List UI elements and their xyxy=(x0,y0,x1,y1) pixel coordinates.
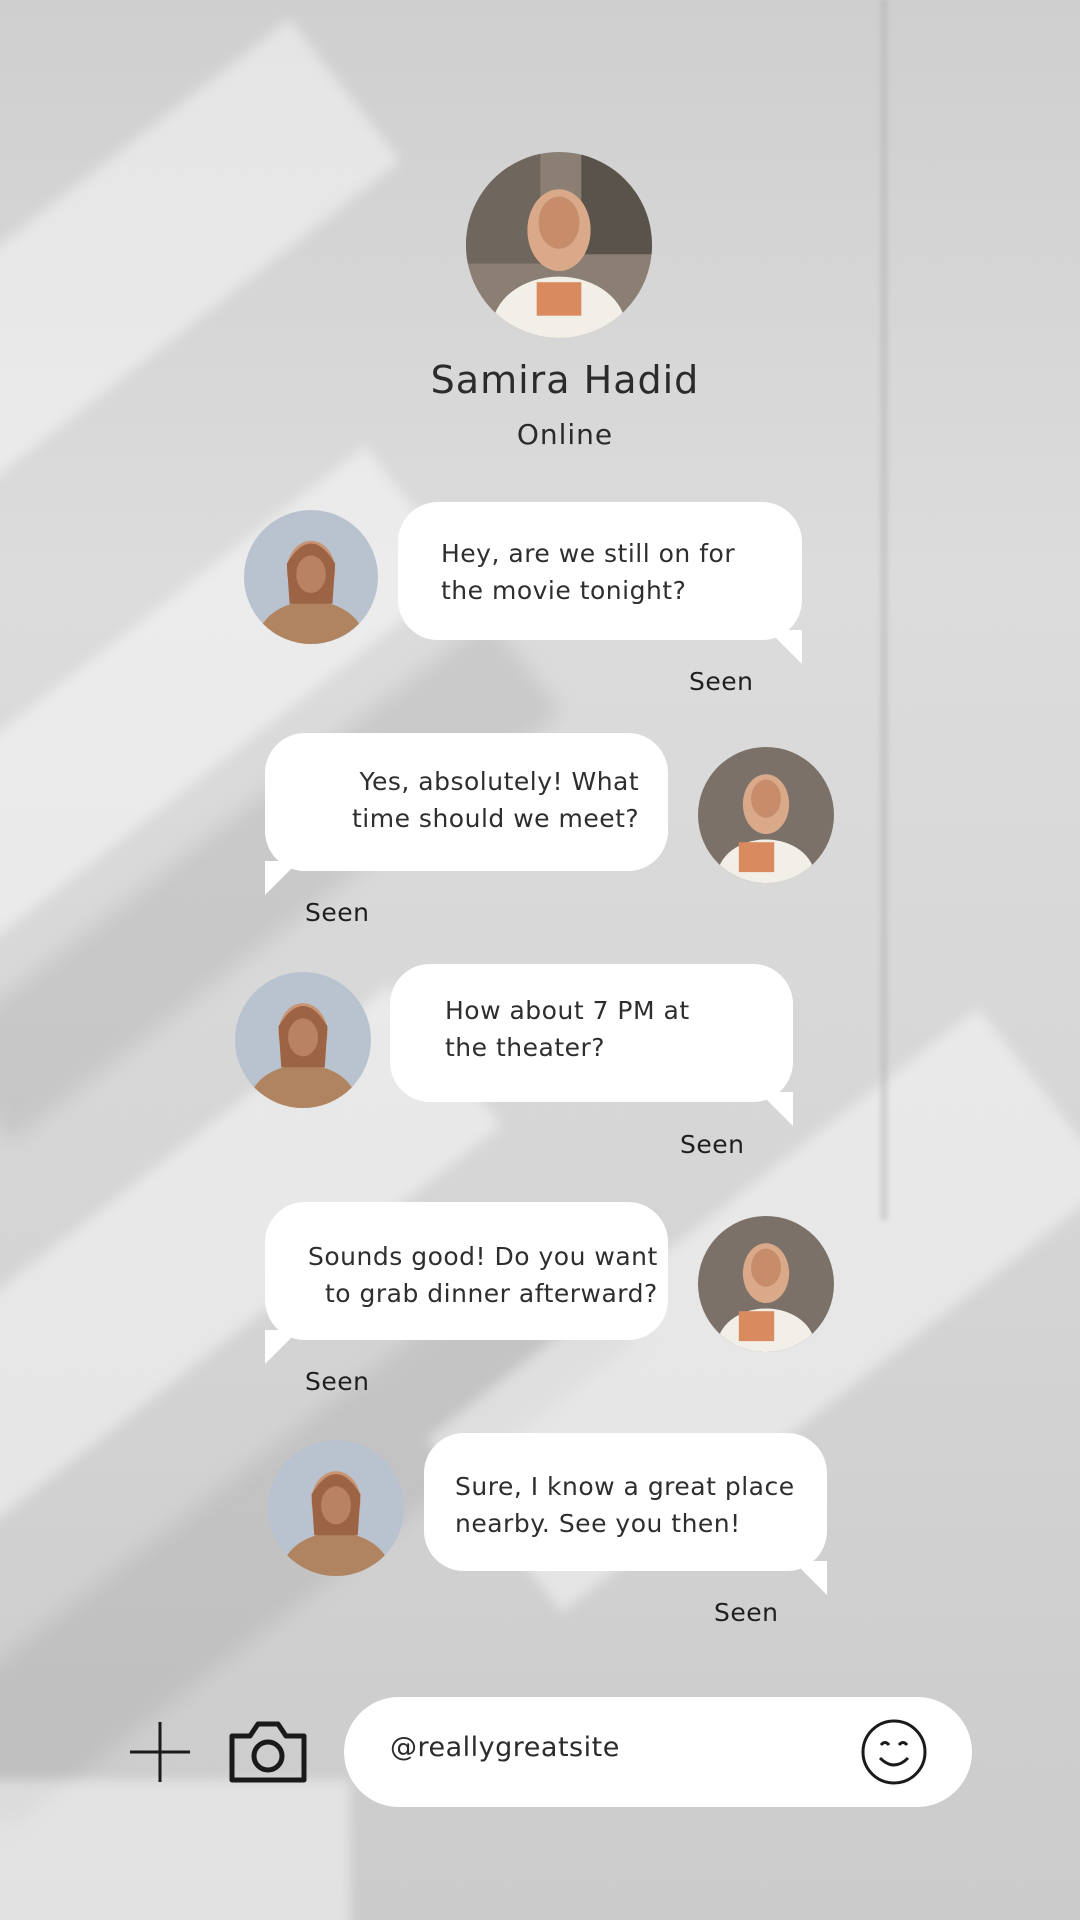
contact-name: Samira Hadid xyxy=(430,358,700,402)
message-status: Seen xyxy=(714,1598,779,1627)
message-status: Seen xyxy=(689,667,754,696)
message-status: Seen xyxy=(305,1367,370,1396)
message-avatar xyxy=(268,1440,404,1576)
plus-icon[interactable] xyxy=(128,1720,192,1784)
message-text: Yes, absolutely! What time should we meet… xyxy=(352,767,640,833)
message-text: Sounds good! Do you want to grab dinner a… xyxy=(308,1242,658,1308)
message-text: Hey, are we still on for the movie tonigh… xyxy=(441,539,736,605)
message-input-text[interactable]: @reallygreatsite xyxy=(390,1732,620,1763)
message-avatar xyxy=(244,510,378,644)
message-status: Seen xyxy=(305,898,370,927)
message-status: Seen xyxy=(680,1130,745,1159)
message-avatar xyxy=(698,1216,834,1352)
contact-avatar[interactable] xyxy=(466,152,652,338)
message-avatar xyxy=(235,972,371,1108)
contact-status: Online xyxy=(516,418,614,451)
message-text: How about 7 PM at the theater? xyxy=(445,996,690,1062)
message-avatar xyxy=(698,747,834,883)
camera-icon[interactable] xyxy=(228,1718,308,1784)
avatar-photo-icon xyxy=(466,152,652,338)
message-text: Sure, I know a great place nearby. See yo… xyxy=(455,1472,795,1538)
smiley-icon[interactable] xyxy=(860,1718,928,1786)
